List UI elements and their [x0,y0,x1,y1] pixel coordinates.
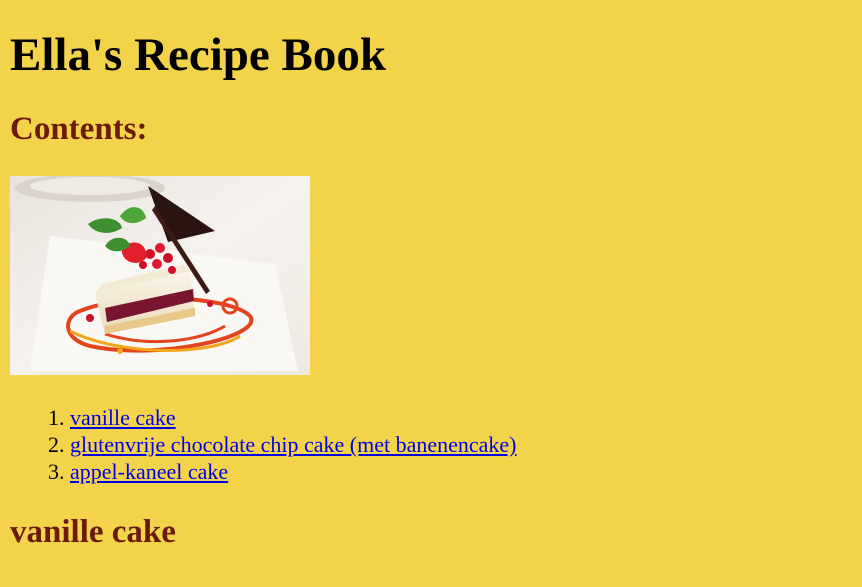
recipe-list: vanille cake glutenvrije chocolate chip … [10,404,852,485]
recipe-link-appel-kaneel-cake[interactable]: appel-kaneel cake [70,459,228,484]
page-title: Ella's Recipe Book [10,29,387,81]
list-item: glutenvrije chocolate chip cake (met ban… [70,431,852,458]
list-item: appel-kaneel cake [70,458,852,485]
section-heading-vanille-cake: vanille cake [10,514,176,551]
recipe-link-chocolate-chip-cake[interactable]: glutenvrije chocolate chip cake (met ban… [70,432,517,457]
cake-slice-photo [10,176,310,376]
contents-heading: Contents: [10,110,148,147]
list-item: vanille cake [70,404,852,431]
recipe-link-vanille-cake[interactable]: vanille cake [70,405,176,430]
page: Ella's Recipe Book Contents: 1. vanille … [0,0,862,553]
